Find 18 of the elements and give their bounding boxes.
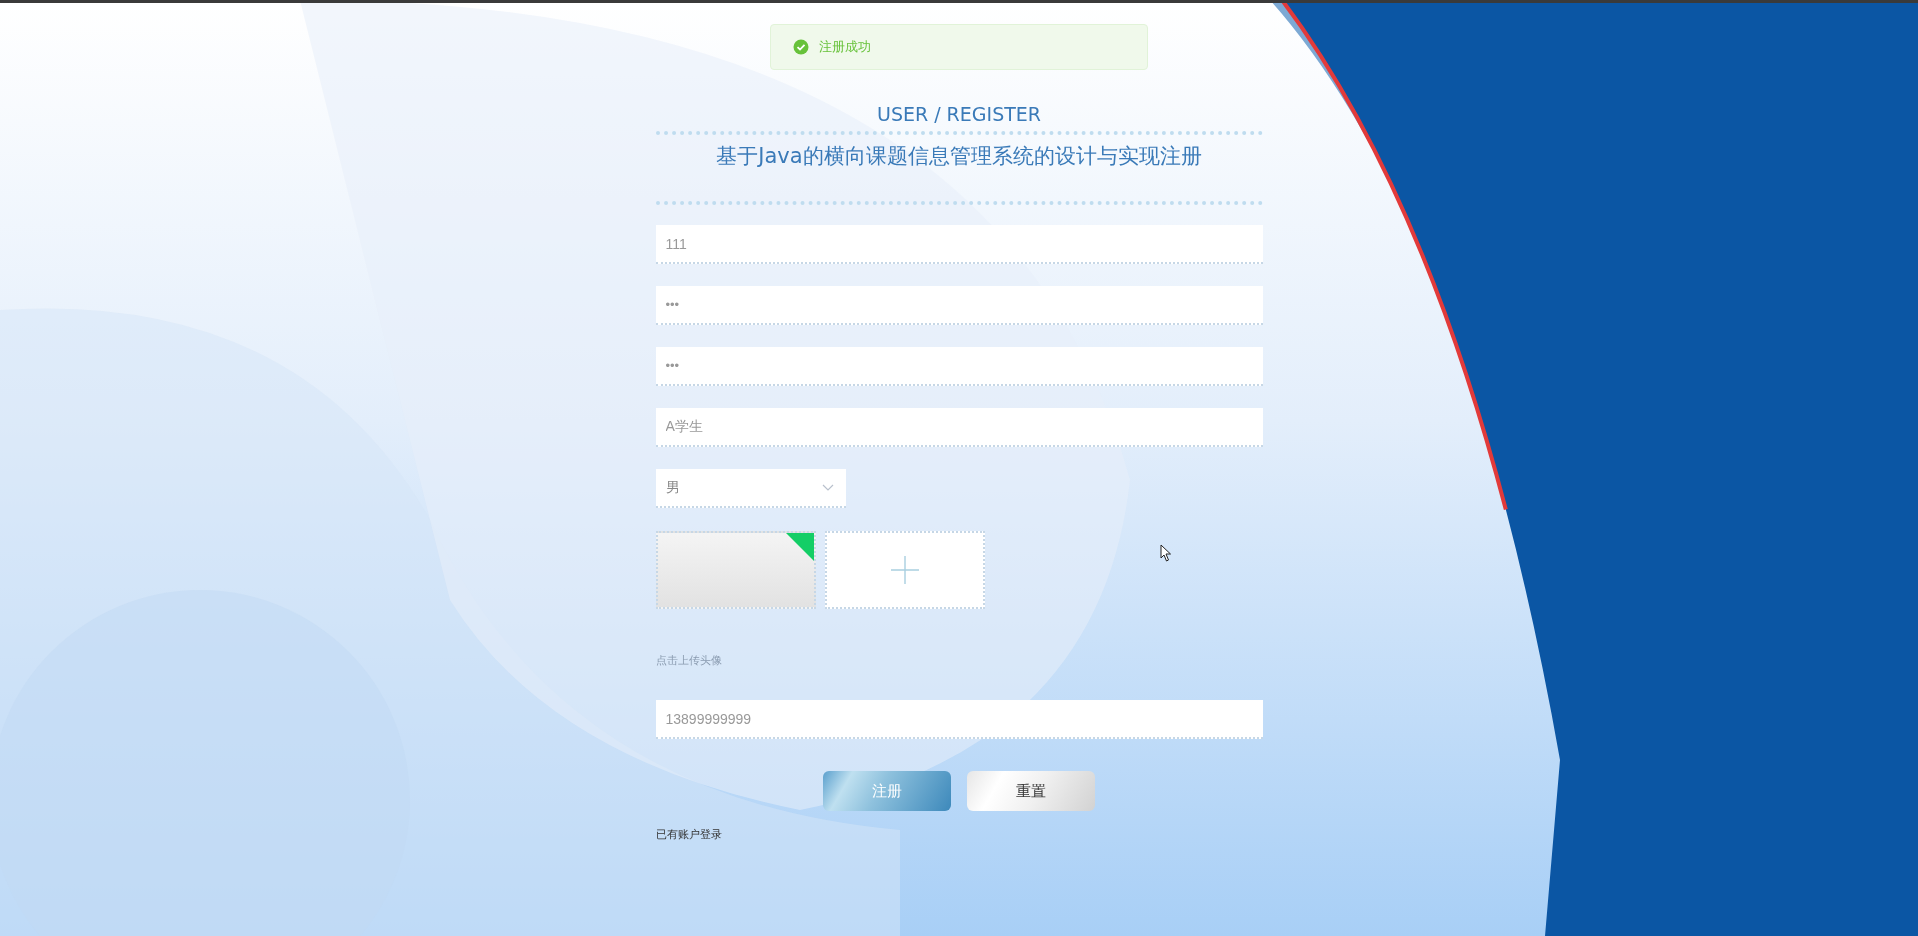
upload-button[interactable] (824, 531, 985, 609)
toast-message: 注册成功 (819, 38, 871, 56)
gender-select[interactable]: 男 (655, 469, 846, 508)
password-field[interactable]: ••• (655, 347, 1263, 386)
input-field[interactable]: A学生 (655, 408, 1263, 447)
page-subtitle: USER / REGISTER (876, 102, 1042, 127)
password-field[interactable]: ••• (655, 286, 1263, 325)
reset-button[interactable]: 重置 (967, 771, 1095, 811)
page-title: 基于Java的横向课题信息管理系统的设计与实现注册 (716, 143, 1202, 170)
input-field[interactable]: 111 (655, 225, 1263, 264)
login-link[interactable]: 已有账户登录 (655, 827, 722, 842)
check-circle-icon (793, 39, 809, 55)
phone-field[interactable]: 13899999999 (655, 700, 1263, 739)
cursor-icon (1160, 544, 1172, 562)
plus-icon (890, 556, 919, 584)
upload-hint: 点击上传头像 (655, 653, 722, 668)
register-button[interactable]: 注册 (823, 771, 951, 811)
chevron-down-icon (821, 483, 834, 492)
